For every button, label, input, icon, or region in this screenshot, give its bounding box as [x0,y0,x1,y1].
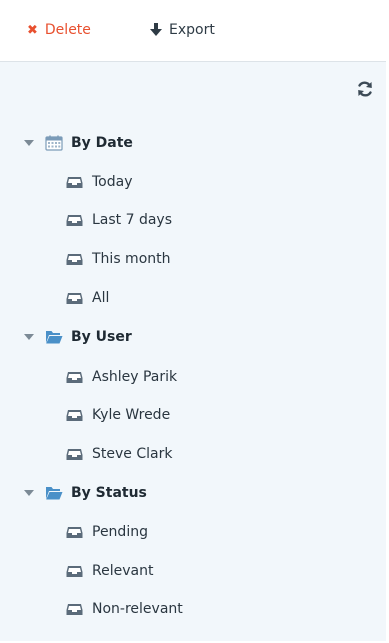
tree-item-label: Steve Clark [92,446,173,462]
tree-group-label: By Status [71,485,147,501]
export-button-label: Export [169,22,215,38]
refresh-icon [358,81,372,97]
tree-item-last-7-days[interactable]: Last 7 days [0,208,172,232]
tree-item-label: Last 7 days [92,212,173,228]
folder-open-icon [46,487,63,500]
toolbar: ✖ Delete Export [0,0,386,62]
tree-item-ashley-parik[interactable]: Ashley Parik [0,365,177,389]
filter-panel-frame: ✖ Delete Export By Date Today Last 7 day… [0,0,386,641]
delete-button-label: Delete [44,22,91,38]
inbox-icon [66,253,83,265]
tree-item-today[interactable]: Today [0,170,133,194]
tree-item-label: This month [92,251,171,267]
inbox-icon [66,448,83,460]
tree-group-by-user[interactable]: By User [0,325,132,349]
calendar-icon [45,135,63,151]
caret-down-icon[interactable] [24,138,34,148]
export-button[interactable]: Export [150,22,215,38]
tree-panel: By Date Today Last 7 days This month All [0,62,386,641]
tree-item-kyle-wrede[interactable]: Kyle Wrede [0,403,170,427]
tree-item-label: Relevant [92,563,154,579]
tree-item-steve-clark[interactable]: Steve Clark [0,442,172,466]
inbox-icon [66,603,83,615]
inbox-icon [66,526,83,538]
tree-group-label: By User [71,329,132,345]
tree-item-pending[interactable]: Pending [0,520,148,544]
refresh-button[interactable] [356,80,374,98]
tree-group-by-date[interactable]: By Date [0,131,133,155]
inbox-icon [66,176,83,188]
arrow-down-icon [150,23,162,37]
tree-item-relevant[interactable]: Relevant [0,559,153,583]
folder-open-icon [46,331,63,344]
inbox-icon [66,371,83,383]
inbox-icon [66,409,83,421]
tree-item-label: Kyle Wrede [92,407,171,423]
inbox-icon [66,214,83,226]
tree-item-non-relevant[interactable]: Non-relevant [0,597,183,621]
tree-group-by-status[interactable]: By Status [0,481,147,505]
tree-item-label: Non-relevant [92,601,183,617]
tree-item-all[interactable]: All [0,286,109,310]
tree-item-label: Today [92,174,133,190]
inbox-icon [66,565,83,577]
tree-item-this-month[interactable]: This month [0,247,171,271]
caret-down-icon[interactable] [24,488,34,498]
tree-item-label: Ashley Parik [92,369,178,385]
inbox-icon [66,292,83,304]
tree-item-label: All [92,290,110,306]
tree-item-label: Pending [92,524,148,540]
delete-button[interactable]: ✖ Delete [27,22,91,38]
caret-down-icon[interactable] [24,332,34,342]
tree-group-label: By Date [71,135,133,151]
close-icon: ✖ [27,22,38,38]
